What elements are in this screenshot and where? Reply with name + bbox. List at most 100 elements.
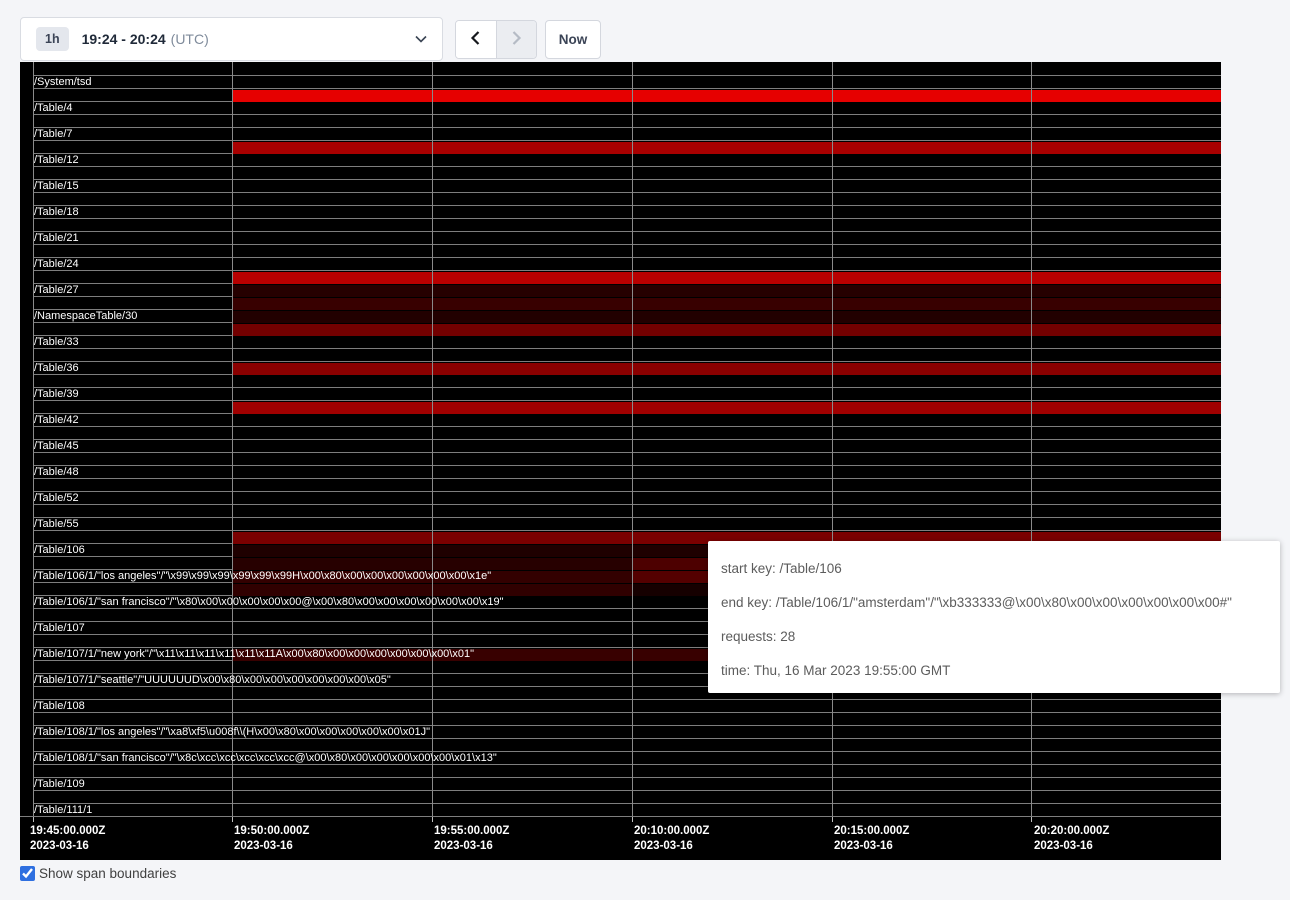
heat-cell[interactable]: [632, 90, 832, 102]
span-row[interactable]: /Table/55: [33, 517, 1221, 530]
span-row[interactable]: /Table/48: [33, 465, 1221, 478]
span-row[interactable]: /Table/21: [33, 231, 1221, 244]
span-row[interactable]: [33, 114, 1221, 127]
heat-cell[interactable]: [632, 402, 832, 414]
span-row[interactable]: /Table/42: [33, 413, 1221, 426]
span-row[interactable]: /NamespaceTable/30: [33, 309, 1221, 322]
heat-cell[interactable]: [1031, 285, 1221, 297]
heat-cell[interactable]: [432, 545, 632, 557]
heat-cell[interactable]: [432, 532, 632, 544]
heat-cell[interactable]: [832, 324, 1031, 336]
span-row[interactable]: /Table/36: [33, 361, 1221, 374]
heat-cell[interactable]: [1031, 363, 1221, 375]
heat-cell[interactable]: [432, 298, 632, 310]
heat-cell[interactable]: [632, 363, 832, 375]
span-row[interactable]: [33, 400, 1221, 413]
heat-cell[interactable]: [632, 298, 832, 310]
heat-cell[interactable]: [832, 363, 1031, 375]
heat-cell[interactable]: [432, 402, 632, 414]
heat-cell[interactable]: [432, 324, 632, 336]
heat-cell[interactable]: [632, 272, 832, 284]
span-row[interactable]: [33, 348, 1221, 361]
span-row[interactable]: /Table/7: [33, 127, 1221, 140]
next-range-button[interactable]: [496, 21, 536, 58]
span-row[interactable]: [33, 712, 1221, 725]
span-row[interactable]: [33, 270, 1221, 283]
heat-cell[interactable]: [832, 142, 1031, 154]
heat-cell[interactable]: [1031, 298, 1221, 310]
span-row[interactable]: /Table/12: [33, 153, 1221, 166]
span-row[interactable]: [33, 140, 1221, 153]
span-row[interactable]: [33, 166, 1221, 179]
span-row[interactable]: [33, 504, 1221, 517]
span-row[interactable]: /Table/24: [33, 257, 1221, 270]
span-row[interactable]: /Table/45: [33, 439, 1221, 452]
heat-cell[interactable]: [1031, 402, 1221, 414]
span-row[interactable]: /Table/39: [33, 387, 1221, 400]
heat-cell[interactable]: [232, 311, 432, 323]
heat-cell[interactable]: [832, 402, 1031, 414]
heat-cell[interactable]: [232, 402, 432, 414]
span-row[interactable]: /System/tsd: [33, 75, 1221, 88]
heat-cell[interactable]: [1031, 90, 1221, 102]
heat-cell[interactable]: [1031, 142, 1221, 154]
heat-cell[interactable]: [632, 285, 832, 297]
span-row[interactable]: [33, 192, 1221, 205]
prev-range-button[interactable]: [456, 21, 496, 58]
heat-cell[interactable]: [232, 545, 432, 557]
span-row[interactable]: [33, 244, 1221, 257]
heat-cell[interactable]: [432, 558, 632, 570]
heat-cell[interactable]: [432, 311, 632, 323]
heat-cell[interactable]: [432, 90, 632, 102]
span-row[interactable]: /Table/108/1/"los angeles"/"\xa8\xf5\u00…: [33, 725, 1221, 738]
span-row[interactable]: /Table/52: [33, 491, 1221, 504]
heat-cell[interactable]: [1031, 272, 1221, 284]
heat-cell[interactable]: [232, 363, 432, 375]
heat-cell[interactable]: [232, 584, 432, 596]
heat-cell[interactable]: [432, 142, 632, 154]
span-row[interactable]: [33, 296, 1221, 309]
span-row[interactable]: [33, 452, 1221, 465]
time-range-selector[interactable]: 1h 19:24 - 20:24 (UTC): [20, 17, 443, 61]
heat-cell[interactable]: [1031, 324, 1221, 336]
heat-cell[interactable]: [832, 285, 1031, 297]
span-row[interactable]: /Table/109: [33, 777, 1221, 790]
heat-cell[interactable]: [832, 272, 1031, 284]
span-row[interactable]: [33, 790, 1221, 803]
heat-cell[interactable]: [232, 285, 432, 297]
span-row[interactable]: [33, 62, 1221, 75]
span-row[interactable]: [33, 738, 1221, 751]
heat-cell[interactable]: [232, 532, 432, 544]
heat-cell[interactable]: [232, 558, 432, 570]
span-row[interactable]: /Table/27: [33, 283, 1221, 296]
span-row[interactable]: [33, 88, 1221, 101]
span-row[interactable]: [33, 322, 1221, 335]
heat-cell[interactable]: [232, 298, 432, 310]
heat-cell[interactable]: [432, 363, 632, 375]
heat-cell[interactable]: [832, 311, 1031, 323]
span-row[interactable]: /Table/111/1: [33, 803, 1221, 816]
heat-cell[interactable]: [432, 584, 632, 596]
span-row[interactable]: /Table/15: [33, 179, 1221, 192]
span-row[interactable]: /Table/33: [33, 335, 1221, 348]
heat-cell[interactable]: [632, 142, 832, 154]
heat-cell[interactable]: [432, 285, 632, 297]
span-row[interactable]: /Table/108: [33, 699, 1221, 712]
heat-cell[interactable]: [232, 90, 432, 102]
span-row[interactable]: [33, 218, 1221, 231]
heat-cell[interactable]: [632, 324, 832, 336]
span-row[interactable]: /Table/108/1/"san francisco"/"\x8c\xcc\x…: [33, 751, 1221, 764]
show-span-boundaries-checkbox[interactable]: [20, 866, 35, 881]
span-row[interactable]: [33, 478, 1221, 491]
heat-cell[interactable]: [232, 142, 432, 154]
heat-cell[interactable]: [832, 90, 1031, 102]
span-row[interactable]: [33, 374, 1221, 387]
span-row[interactable]: [33, 426, 1221, 439]
key-visualizer-canvas[interactable]: /System/tsd/Table/4/Table/7/Table/12/Tab…: [20, 62, 1221, 860]
span-row[interactable]: /Table/4: [33, 101, 1221, 114]
heat-cell[interactable]: [232, 324, 432, 336]
heat-cell[interactable]: [232, 272, 432, 284]
heat-cell[interactable]: [832, 298, 1031, 310]
span-row[interactable]: /Table/18: [33, 205, 1221, 218]
heat-cell[interactable]: [432, 272, 632, 284]
